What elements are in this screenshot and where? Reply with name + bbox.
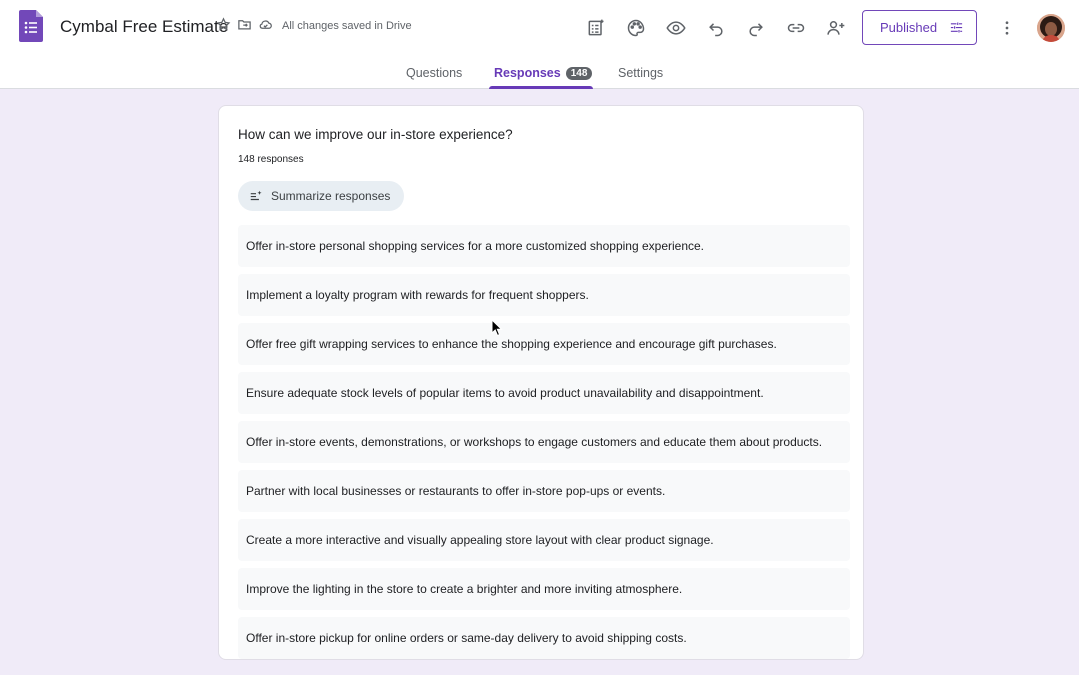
cloud-saved-icon [257,16,274,33]
tab-settings[interactable]: Settings [618,66,663,80]
responses-count-badge: 148 [565,67,593,80]
forms-logo-icon[interactable] [19,10,43,42]
list-item: Partner with local businesses or restaur… [238,470,850,512]
active-tab-indicator [489,86,593,89]
response-count: 148 responses [238,154,304,165]
palette-icon[interactable] [616,14,656,42]
save-status: All changes saved in Drive [282,20,412,32]
link-icon[interactable] [776,14,816,42]
list-item: Ensure adequate stock levels of popular … [238,372,850,414]
toolbar [576,14,856,42]
add-collaborator-icon[interactable] [816,14,856,42]
form-tabs: Questions Responses 148 Settings [0,60,1079,89]
account-avatar[interactable] [1037,14,1065,42]
tab-responses-label: Responses [494,66,561,80]
tab-settings-label: Settings [618,66,664,80]
document-title[interactable]: Cymbal Free Estimate [60,17,228,37]
publish-settings-icon [950,22,963,33]
redo-icon[interactable] [736,14,776,42]
list-item: Offer in-store events, demonstrations, o… [238,421,850,463]
preview-eye-icon[interactable] [656,14,696,42]
list-item: Implement a loyalty program with rewards… [238,274,850,316]
customize-addon-icon[interactable] [576,14,616,42]
tab-questions[interactable]: Questions [406,66,462,80]
list-item: Offer in-store pickup for online orders … [238,617,850,659]
question-summary-card: How can we improve our in-store experien… [218,105,864,660]
top-header: Cymbal Free Estimate All changes saved i… [0,0,1079,89]
tab-responses[interactable]: Responses 148 [494,66,593,80]
list-item: Offer in-store personal shopping service… [238,225,850,267]
question-title: How can we improve our in-store experien… [238,127,513,142]
move-to-folder-icon[interactable] [236,16,253,33]
published-button[interactable]: Published [862,10,977,45]
summarize-responses-button[interactable]: Summarize responses [238,181,405,211]
list-item: Create a more interactive and visually a… [238,519,850,561]
mouse-cursor-icon [491,319,503,337]
published-label: Published [880,20,938,35]
undo-icon[interactable] [696,14,736,42]
list-item: Offer free gift wrapping services to enh… [238,323,850,365]
tab-questions-label: Questions [406,66,463,80]
list-item: Improve the lighting in the store to cre… [238,568,850,610]
summarize-sparkle-icon [250,190,262,201]
star-icon[interactable] [215,16,232,33]
more-options-icon[interactable] [996,16,1018,40]
summarize-responses-label: Summarize responses [271,189,391,203]
responses-list: Offer in-store personal shopping service… [238,225,850,659]
